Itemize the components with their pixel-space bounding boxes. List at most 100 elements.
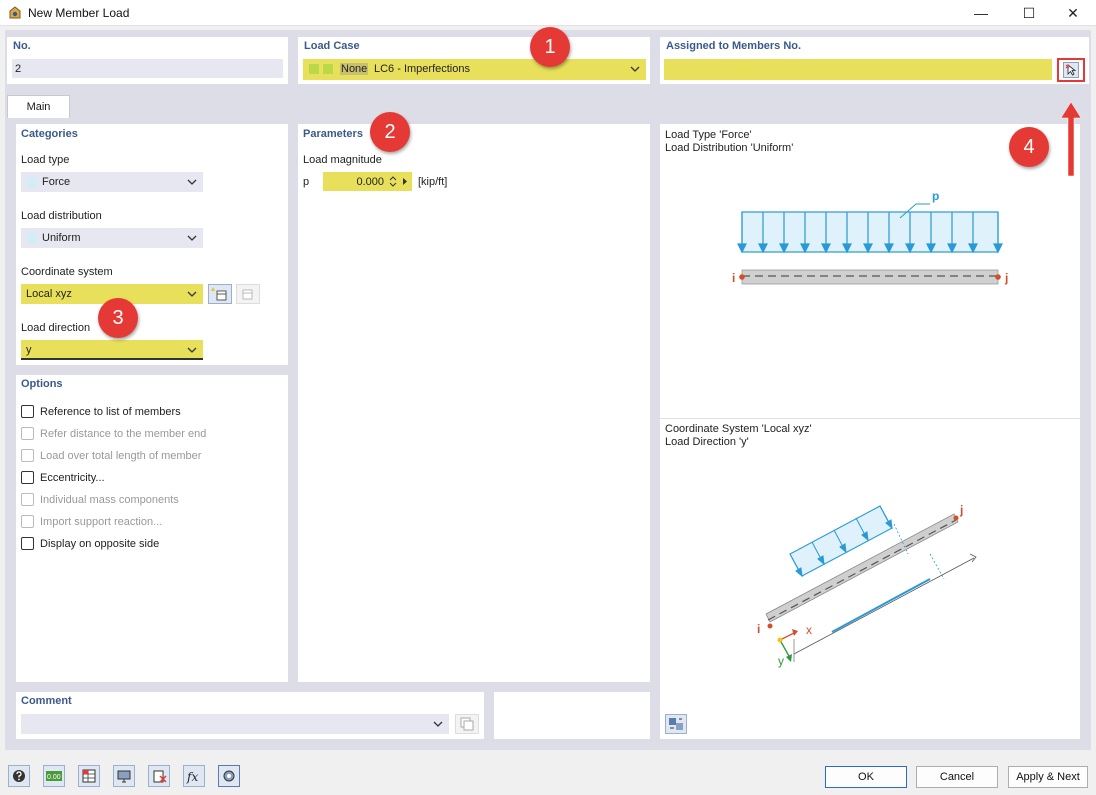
- preview-coordinate-system: Coordinate System 'Local xyz': [665, 423, 812, 435]
- delete-button[interactable]: [148, 765, 170, 787]
- chevron-down-icon: [187, 347, 197, 353]
- parameters-panel: Parameters Load magnitude p 0.000 [kip/f…: [298, 124, 650, 682]
- app-icon: [9, 6, 21, 19]
- eccentricity-checkbox[interactable]: [21, 471, 34, 484]
- table-button[interactable]: [78, 765, 100, 787]
- blank-panel: [494, 692, 650, 739]
- maximize-button[interactable]: ☐: [1006, 0, 1052, 26]
- preview-load-type: Load Type 'Force': [665, 129, 752, 141]
- no-field[interactable]: 2: [12, 59, 283, 78]
- new-coordinate-system-button[interactable]: [208, 284, 232, 304]
- mass-components-checkbox[interactable]: [21, 493, 34, 506]
- total-length-checkbox[interactable]: [21, 449, 34, 462]
- apply-next-label: Apply & Next: [1016, 771, 1080, 783]
- eccentricity-label: Eccentricity...: [40, 472, 105, 484]
- close-button[interactable]: ✕: [1050, 0, 1096, 26]
- load-magnitude-unit: [kip/ft]: [418, 176, 448, 188]
- spinner-icon[interactable]: [389, 175, 397, 188]
- view-button[interactable]: [113, 765, 135, 787]
- units-icon: 0.00: [46, 771, 62, 781]
- mass-components-label: Individual mass components: [40, 494, 179, 506]
- import-support-checkbox[interactable]: [21, 515, 34, 528]
- ok-button[interactable]: OK: [825, 766, 907, 788]
- cancel-button[interactable]: Cancel: [916, 766, 998, 788]
- categories-header: Categories: [21, 128, 78, 140]
- minimize-button[interactable]: —: [958, 0, 1004, 26]
- help-icon: [13, 770, 25, 782]
- y-axis-label: y: [778, 654, 784, 668]
- p-symbol: p: [303, 176, 310, 188]
- load-direction-value: y: [26, 344, 32, 356]
- preview-load-direction: Load Direction 'y': [665, 436, 749, 448]
- preview-settings-button[interactable]: [665, 714, 687, 734]
- load-direction-label: Load direction: [21, 322, 91, 334]
- opposite-side-checkbox[interactable]: [21, 537, 34, 550]
- load-case-color-swatch: [309, 64, 319, 74]
- new-coordinate-system-icon: [211, 287, 227, 301]
- svg-text:fx: fx: [186, 770, 198, 784]
- coordinate-system-value: Local xyz: [26, 288, 72, 300]
- callout-badge-2: 2: [370, 112, 410, 152]
- load-case-panel: Load Case None LC6 - Imperfections: [298, 37, 650, 84]
- load-magnitude-input[interactable]: 0.000: [323, 172, 412, 191]
- refer-distance-checkbox[interactable]: [21, 427, 34, 440]
- no-value: 2: [15, 63, 22, 75]
- coordinate-system-label: Coordinate system: [21, 266, 113, 278]
- comment-input[interactable]: [21, 714, 449, 734]
- callout-arrow: [1060, 101, 1082, 177]
- load-distribution-value: Uniform: [42, 232, 81, 244]
- load-case-color-swatch-2: [323, 64, 333, 74]
- units-button[interactable]: 0.00: [43, 765, 65, 787]
- help-button[interactable]: [8, 765, 30, 787]
- comment-panel: Comment: [16, 692, 484, 739]
- comment-copy-button[interactable]: [455, 714, 479, 734]
- load-distribution-diagram: [737, 203, 1003, 285]
- load-magnitude-value: 0.000: [356, 176, 384, 188]
- parameters-header: Parameters: [303, 128, 363, 140]
- preview-panel: Load Type 'Force' Load Distribution 'Uni…: [660, 124, 1080, 739]
- load-case-header: Load Case: [304, 40, 360, 52]
- chevron-down-icon: [187, 235, 197, 241]
- load-distribution-select[interactable]: Uniform: [21, 228, 203, 248]
- callout-badge-4: 4: [1009, 127, 1049, 167]
- load-type-select[interactable]: Force: [21, 172, 203, 192]
- callout-badge-3: 3: [98, 298, 138, 338]
- edit-coordinate-system-button[interactable]: [236, 284, 260, 304]
- assigned-members-input[interactable]: [664, 59, 1052, 80]
- maximize-icon: ☐: [1022, 4, 1036, 21]
- categories-panel: Categories Load type Force Load distribu…: [16, 124, 288, 365]
- cancel-label: Cancel: [939, 771, 975, 783]
- copy-icon: [460, 717, 474, 731]
- load-direction-select[interactable]: y: [21, 340, 203, 360]
- assigned-header: Assigned to Members No.: [666, 40, 802, 52]
- svg-text:0.00: 0.00: [47, 774, 61, 781]
- edit-coordinate-system-icon: [242, 289, 253, 300]
- formula-button[interactable]: fx: [183, 765, 205, 787]
- load-distribution-label: Load distribution: [21, 210, 102, 222]
- expand-arrow-icon[interactable]: [402, 177, 408, 186]
- reference-list-checkbox[interactable]: [21, 405, 34, 418]
- load-case-tag: None: [340, 63, 369, 75]
- load-type-label: Load type: [21, 154, 70, 166]
- load-case-select[interactable]: None LC6 - Imperfections: [303, 59, 646, 80]
- swap-view-icon: [669, 718, 683, 730]
- options-panel: Options Reference to list of members Ref…: [16, 375, 288, 682]
- view-icon: [117, 770, 131, 783]
- j-node-label: j: [1005, 271, 1009, 285]
- opposite-side-label: Display on opposite side: [40, 538, 160, 550]
- coordinate-system-diagram: [765, 505, 977, 662]
- formula-icon: fx: [186, 770, 198, 784]
- load-distribution-swatch: [27, 233, 37, 243]
- chevron-down-icon: [630, 66, 640, 72]
- preview-load-distribution: Load Distribution 'Uniform': [665, 142, 794, 154]
- chevron-down-icon: [433, 721, 443, 727]
- delete-icon: [153, 770, 167, 783]
- tab-main[interactable]: Main: [7, 95, 70, 118]
- load-type-swatch: [27, 177, 37, 187]
- select-members-button[interactable]: [1057, 58, 1085, 82]
- j-node-label-2: j: [960, 503, 964, 517]
- settings-button[interactable]: [218, 765, 240, 787]
- total-length-label: Load over total length of member: [40, 450, 202, 462]
- apply-next-button[interactable]: Apply & Next: [1008, 766, 1088, 788]
- pick-cursor-icon: [1063, 62, 1079, 78]
